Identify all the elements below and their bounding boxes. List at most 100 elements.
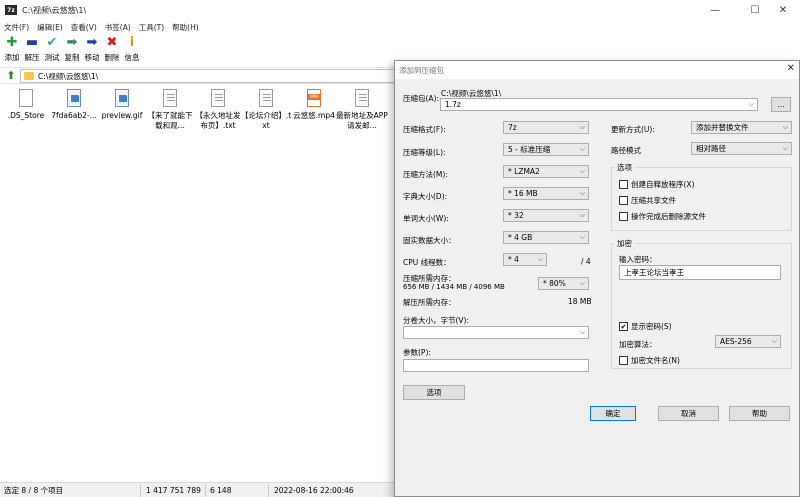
enc-method-combo[interactable]: AES-256 ⌵ <box>715 335 781 348</box>
chevron-down-icon: ⌵ <box>537 255 543 263</box>
update-value: 添加并替换文件 <box>696 123 749 132</box>
ok-button[interactable]: 确定 <box>590 406 636 421</box>
threads-combo[interactable]: * 4 ⌵ <box>503 253 547 266</box>
file-item[interactable]: 最新地址及APP请发邮... <box>336 89 388 131</box>
chevron-down-icon: ⌵ <box>782 144 788 152</box>
move-icon: ➡ <box>86 35 98 50</box>
help-button[interactable]: 帮助 <box>729 406 790 421</box>
dialog-close-icon[interactable]: ✕ <box>787 63 795 74</box>
title-bar: 7z C:\视频\云悠悠\1\ — ☐ ✕ <box>0 0 800 20</box>
menu-view[interactable]: 查看(V) <box>67 22 101 33</box>
shared-files-checkbox[interactable]: 压缩共享文件 <box>619 195 676 206</box>
solid-combo[interactable]: * 4 GB ⌵ <box>503 231 589 244</box>
delete-after-label: 操作完成后删除源文件 <box>631 212 706 221</box>
test-icon: ✔ <box>46 35 58 50</box>
solid-label: 固实数据大小： <box>403 236 456 245</box>
browse-button[interactable]: ... <box>771 97 791 112</box>
dict-value: * 16 MB <box>508 189 538 198</box>
params-input[interactable] <box>403 359 589 372</box>
memcomp-pct-combo[interactable]: * 80% ⌵ <box>538 277 589 290</box>
show-password-label: 显示密码(S) <box>631 322 672 331</box>
enc-method-label: 加密算法： <box>619 340 657 349</box>
file-item[interactable]: 云悠悠.mp4 <box>290 89 338 121</box>
toolbar-button-info[interactable]: i 信息 <box>122 34 142 63</box>
close-button[interactable]: ✕ <box>766 0 800 20</box>
path-mode-label: 路径模式 <box>611 146 641 155</box>
checkbox-box <box>619 212 628 221</box>
file-name: .DS_Store <box>7 111 45 120</box>
update-label: 更新方式(U): <box>611 125 655 134</box>
toolbar-button-add[interactable]: ✚ 添加 <box>2 34 22 63</box>
options-group-title: 选项 <box>615 162 634 173</box>
file-item[interactable]: 7fda6ab2-... <box>50 89 98 121</box>
memcomp-pct-value: * 80% <box>543 279 566 288</box>
chevron-down-icon: ⌵ <box>579 233 585 241</box>
toolbar-button-move[interactable]: ➡ 移动 <box>82 34 102 63</box>
file-name: 【论坛介绍】.txt <box>240 111 292 130</box>
shared-files-label: 压缩共享文件 <box>631 196 676 205</box>
menu-bookmarks[interactable]: 书签(A) <box>101 22 135 33</box>
status-packed: 6 148 <box>210 486 232 495</box>
file-name: 7fda6ab2-... <box>51 111 97 120</box>
window-title: C:\视频\云悠悠\1\ <box>22 5 87 15</box>
toolbar-label: 移动 <box>84 53 100 62</box>
toolbar-label: 添加 <box>4 53 20 62</box>
minimize-button[interactable]: — <box>698 0 732 20</box>
format-value: 7z <box>508 123 517 132</box>
word-label: 单词大小(W): <box>403 214 449 223</box>
video-file-icon <box>307 89 321 107</box>
menu-edit[interactable]: 编辑(E) <box>33 22 67 33</box>
menu-tools[interactable]: 工具(T) <box>135 22 168 33</box>
method-combo[interactable]: * LZMA2 ⌵ <box>503 165 589 178</box>
options-button[interactable]: 选项 <box>403 385 465 400</box>
sfx-checkbox[interactable]: 创建自释放程序(X) <box>619 179 695 190</box>
format-combo[interactable]: 7z ⌵ <box>503 121 589 134</box>
delete-after-checkbox[interactable]: 操作完成后删除源文件 <box>619 211 706 222</box>
chevron-down-icon: ⌵ <box>579 189 585 197</box>
checkbox-box <box>619 196 628 205</box>
file-item[interactable]: .DS_Store <box>2 89 50 121</box>
menu-file[interactable]: 文件(F) <box>0 22 33 33</box>
file-item[interactable]: preview.gif <box>98 89 146 121</box>
word-combo[interactable]: * 32 ⌵ <box>503 209 589 222</box>
file-item[interactable]: 【来了就能下载和观... <box>146 89 194 131</box>
file-item[interactable]: 【永久地址发布页】.txt <box>194 89 242 131</box>
up-folder-icon[interactable]: ⬆ <box>3 69 19 83</box>
password-input[interactable]: 上孝王论坛当孝王 <box>619 265 781 280</box>
file-icon <box>19 89 33 107</box>
folder-icon <box>24 72 34 80</box>
level-combo[interactable]: 5 - 标准压缩 ⌵ <box>503 143 589 156</box>
toolbar-button-test[interactable]: ✔ 测试 <box>42 34 62 63</box>
level-value: 5 - 标准压缩 <box>508 145 551 154</box>
menu-help[interactable]: 帮助(H) <box>168 22 203 33</box>
dict-combo[interactable]: * 16 MB ⌵ <box>503 187 589 200</box>
method-value: * LZMA2 <box>508 167 540 176</box>
memdecomp-value: 18 MB <box>568 297 592 306</box>
toolbar-button-extract[interactable]: ▬ 解压 <box>22 34 42 63</box>
toolbar-label: 解压 <box>24 53 40 62</box>
toolbar-label: 信息 <box>124 53 140 62</box>
solid-value: * 4 GB <box>508 233 533 242</box>
status-size: 1 417 751 789 <box>146 486 201 495</box>
archive-name-combo[interactable]: 1.7z ⌵ <box>440 98 758 111</box>
path-mode-combo[interactable]: 相对路径 ⌵ <box>691 142 792 155</box>
split-combo[interactable]: ⌵ <box>403 326 589 339</box>
cancel-button[interactable]: 取消 <box>658 406 719 421</box>
toolbar-button-copy[interactable]: ➡ 复制 <box>62 34 82 63</box>
threads-max: / 4 <box>581 257 591 266</box>
text-file-icon <box>163 89 177 107</box>
show-password-checkbox[interactable]: ✔ 显示密码(S) <box>619 321 672 332</box>
file-item[interactable]: 【论坛介绍】.txt <box>240 89 292 131</box>
archive-label: 压缩包(A): <box>403 94 440 103</box>
toolbar-label: 复制 <box>64 53 80 62</box>
file-name: 最新地址及APP请发邮... <box>336 111 388 130</box>
encrypt-names-checkbox[interactable]: 加密文件名(N) <box>619 355 680 366</box>
chevron-down-icon: ⌵ <box>771 337 777 345</box>
chevron-down-icon: ⌵ <box>748 100 754 108</box>
update-combo[interactable]: 添加并替换文件 ⌵ <box>691 121 792 134</box>
chevron-down-icon: ⌵ <box>579 123 585 131</box>
toolbar-button-delete[interactable]: ✖ 删除 <box>102 34 122 63</box>
memdecomp-label: 解压所需内存： <box>403 298 456 307</box>
extract-icon: ▬ <box>25 35 39 50</box>
info-icon: i <box>129 35 135 50</box>
